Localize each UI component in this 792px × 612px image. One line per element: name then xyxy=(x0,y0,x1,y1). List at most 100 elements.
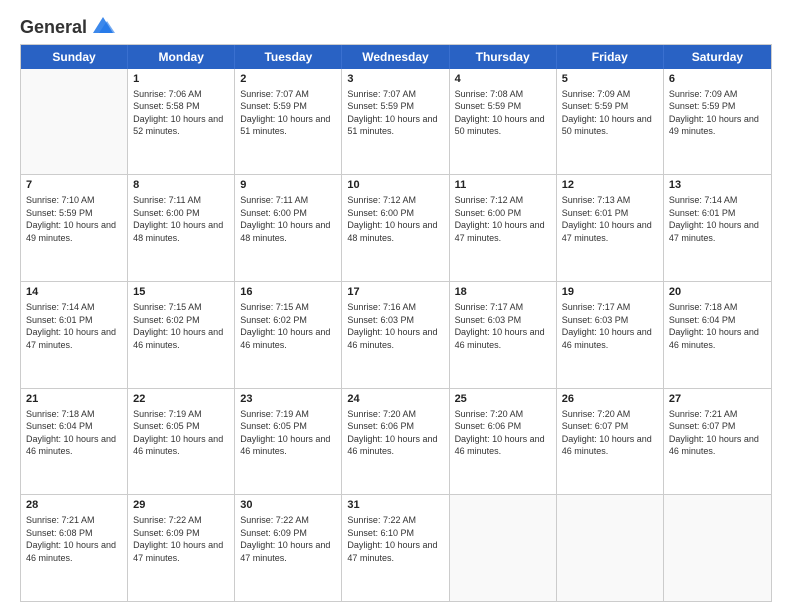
day-info: Sunrise: 7:13 AMSunset: 6:01 PMDaylight:… xyxy=(562,194,658,244)
empty-cell xyxy=(557,495,664,601)
day-info: Sunrise: 7:11 AMSunset: 6:00 PMDaylight:… xyxy=(240,194,336,244)
day-number: 18 xyxy=(455,285,551,300)
day-cell-8: 8Sunrise: 7:11 AMSunset: 6:00 PMDaylight… xyxy=(128,175,235,281)
empty-cell xyxy=(21,69,128,175)
header-day-friday: Friday xyxy=(557,45,664,69)
day-info: Sunrise: 7:14 AMSunset: 6:01 PMDaylight:… xyxy=(26,301,122,351)
day-info: Sunrise: 7:19 AMSunset: 6:05 PMDaylight:… xyxy=(133,408,229,458)
day-cell-27: 27Sunrise: 7:21 AMSunset: 6:07 PMDayligh… xyxy=(664,389,771,495)
day-number: 27 xyxy=(669,392,766,407)
day-info: Sunrise: 7:12 AMSunset: 6:00 PMDaylight:… xyxy=(347,194,443,244)
day-cell-11: 11Sunrise: 7:12 AMSunset: 6:00 PMDayligh… xyxy=(450,175,557,281)
day-number: 1 xyxy=(133,72,229,87)
day-number: 7 xyxy=(26,178,122,193)
day-cell-7: 7Sunrise: 7:10 AMSunset: 5:59 PMDaylight… xyxy=(21,175,128,281)
day-cell-24: 24Sunrise: 7:20 AMSunset: 6:06 PMDayligh… xyxy=(342,389,449,495)
day-number: 26 xyxy=(562,392,658,407)
header-day-sunday: Sunday xyxy=(21,45,128,69)
calendar-body: 1Sunrise: 7:06 AMSunset: 5:58 PMDaylight… xyxy=(21,69,771,601)
day-number: 9 xyxy=(240,178,336,193)
logo-text: General xyxy=(20,18,87,38)
day-cell-15: 15Sunrise: 7:15 AMSunset: 6:02 PMDayligh… xyxy=(128,282,235,388)
day-info: Sunrise: 7:18 AMSunset: 6:04 PMDaylight:… xyxy=(26,408,122,458)
day-cell-26: 26Sunrise: 7:20 AMSunset: 6:07 PMDayligh… xyxy=(557,389,664,495)
week-row-4: 21Sunrise: 7:18 AMSunset: 6:04 PMDayligh… xyxy=(21,389,771,496)
day-number: 16 xyxy=(240,285,336,300)
day-info: Sunrise: 7:09 AMSunset: 5:59 PMDaylight:… xyxy=(669,88,766,138)
day-info: Sunrise: 7:19 AMSunset: 6:05 PMDaylight:… xyxy=(240,408,336,458)
day-number: 17 xyxy=(347,285,443,300)
day-cell-13: 13Sunrise: 7:14 AMSunset: 6:01 PMDayligh… xyxy=(664,175,771,281)
day-cell-10: 10Sunrise: 7:12 AMSunset: 6:00 PMDayligh… xyxy=(342,175,449,281)
day-info: Sunrise: 7:20 AMSunset: 6:07 PMDaylight:… xyxy=(562,408,658,458)
day-number: 24 xyxy=(347,392,443,407)
day-cell-14: 14Sunrise: 7:14 AMSunset: 6:01 PMDayligh… xyxy=(21,282,128,388)
day-info: Sunrise: 7:15 AMSunset: 6:02 PMDaylight:… xyxy=(240,301,336,351)
day-cell-28: 28Sunrise: 7:21 AMSunset: 6:08 PMDayligh… xyxy=(21,495,128,601)
day-cell-1: 1Sunrise: 7:06 AMSunset: 5:58 PMDaylight… xyxy=(128,69,235,175)
day-number: 10 xyxy=(347,178,443,193)
day-info: Sunrise: 7:20 AMSunset: 6:06 PMDaylight:… xyxy=(347,408,443,458)
week-row-1: 1Sunrise: 7:06 AMSunset: 5:58 PMDaylight… xyxy=(21,69,771,176)
day-cell-23: 23Sunrise: 7:19 AMSunset: 6:05 PMDayligh… xyxy=(235,389,342,495)
day-number: 3 xyxy=(347,72,443,87)
empty-cell xyxy=(450,495,557,601)
day-cell-3: 3Sunrise: 7:07 AMSunset: 5:59 PMDaylight… xyxy=(342,69,449,175)
day-number: 13 xyxy=(669,178,766,193)
header-day-saturday: Saturday xyxy=(664,45,771,69)
day-cell-31: 31Sunrise: 7:22 AMSunset: 6:10 PMDayligh… xyxy=(342,495,449,601)
header: General xyxy=(20,18,772,34)
calendar: SundayMondayTuesdayWednesdayThursdayFrid… xyxy=(20,44,772,602)
logo-icon xyxy=(89,15,117,37)
day-cell-25: 25Sunrise: 7:20 AMSunset: 6:06 PMDayligh… xyxy=(450,389,557,495)
day-info: Sunrise: 7:10 AMSunset: 5:59 PMDaylight:… xyxy=(26,194,122,244)
day-number: 19 xyxy=(562,285,658,300)
day-number: 28 xyxy=(26,498,122,513)
header-day-monday: Monday xyxy=(128,45,235,69)
day-info: Sunrise: 7:16 AMSunset: 6:03 PMDaylight:… xyxy=(347,301,443,351)
day-info: Sunrise: 7:14 AMSunset: 6:01 PMDaylight:… xyxy=(669,194,766,244)
week-row-3: 14Sunrise: 7:14 AMSunset: 6:01 PMDayligh… xyxy=(21,282,771,389)
week-row-2: 7Sunrise: 7:10 AMSunset: 5:59 PMDaylight… xyxy=(21,175,771,282)
day-info: Sunrise: 7:07 AMSunset: 5:59 PMDaylight:… xyxy=(240,88,336,138)
day-info: Sunrise: 7:08 AMSunset: 5:59 PMDaylight:… xyxy=(455,88,551,138)
day-info: Sunrise: 7:20 AMSunset: 6:06 PMDaylight:… xyxy=(455,408,551,458)
day-info: Sunrise: 7:09 AMSunset: 5:59 PMDaylight:… xyxy=(562,88,658,138)
day-number: 31 xyxy=(347,498,443,513)
day-number: 2 xyxy=(240,72,336,87)
day-cell-21: 21Sunrise: 7:18 AMSunset: 6:04 PMDayligh… xyxy=(21,389,128,495)
day-info: Sunrise: 7:11 AMSunset: 6:00 PMDaylight:… xyxy=(133,194,229,244)
day-number: 6 xyxy=(669,72,766,87)
day-cell-29: 29Sunrise: 7:22 AMSunset: 6:09 PMDayligh… xyxy=(128,495,235,601)
day-cell-22: 22Sunrise: 7:19 AMSunset: 6:05 PMDayligh… xyxy=(128,389,235,495)
day-info: Sunrise: 7:12 AMSunset: 6:00 PMDaylight:… xyxy=(455,194,551,244)
day-info: Sunrise: 7:07 AMSunset: 5:59 PMDaylight:… xyxy=(347,88,443,138)
day-cell-16: 16Sunrise: 7:15 AMSunset: 6:02 PMDayligh… xyxy=(235,282,342,388)
day-info: Sunrise: 7:22 AMSunset: 6:09 PMDaylight:… xyxy=(240,514,336,564)
day-number: 5 xyxy=(562,72,658,87)
day-number: 11 xyxy=(455,178,551,193)
empty-cell xyxy=(664,495,771,601)
week-row-5: 28Sunrise: 7:21 AMSunset: 6:08 PMDayligh… xyxy=(21,495,771,601)
day-cell-9: 9Sunrise: 7:11 AMSunset: 6:00 PMDaylight… xyxy=(235,175,342,281)
header-day-tuesday: Tuesday xyxy=(235,45,342,69)
day-cell-18: 18Sunrise: 7:17 AMSunset: 6:03 PMDayligh… xyxy=(450,282,557,388)
day-number: 21 xyxy=(26,392,122,407)
calendar-header: SundayMondayTuesdayWednesdayThursdayFrid… xyxy=(21,45,771,69)
day-info: Sunrise: 7:17 AMSunset: 6:03 PMDaylight:… xyxy=(455,301,551,351)
day-number: 29 xyxy=(133,498,229,513)
day-info: Sunrise: 7:21 AMSunset: 6:08 PMDaylight:… xyxy=(26,514,122,564)
day-cell-4: 4Sunrise: 7:08 AMSunset: 5:59 PMDaylight… xyxy=(450,69,557,175)
header-day-thursday: Thursday xyxy=(450,45,557,69)
day-info: Sunrise: 7:18 AMSunset: 6:04 PMDaylight:… xyxy=(669,301,766,351)
day-cell-20: 20Sunrise: 7:18 AMSunset: 6:04 PMDayligh… xyxy=(664,282,771,388)
day-number: 8 xyxy=(133,178,229,193)
day-cell-30: 30Sunrise: 7:22 AMSunset: 6:09 PMDayligh… xyxy=(235,495,342,601)
day-info: Sunrise: 7:06 AMSunset: 5:58 PMDaylight:… xyxy=(133,88,229,138)
day-info: Sunrise: 7:22 AMSunset: 6:10 PMDaylight:… xyxy=(347,514,443,564)
day-number: 23 xyxy=(240,392,336,407)
day-cell-12: 12Sunrise: 7:13 AMSunset: 6:01 PMDayligh… xyxy=(557,175,664,281)
day-number: 14 xyxy=(26,285,122,300)
day-cell-19: 19Sunrise: 7:17 AMSunset: 6:03 PMDayligh… xyxy=(557,282,664,388)
day-info: Sunrise: 7:15 AMSunset: 6:02 PMDaylight:… xyxy=(133,301,229,351)
